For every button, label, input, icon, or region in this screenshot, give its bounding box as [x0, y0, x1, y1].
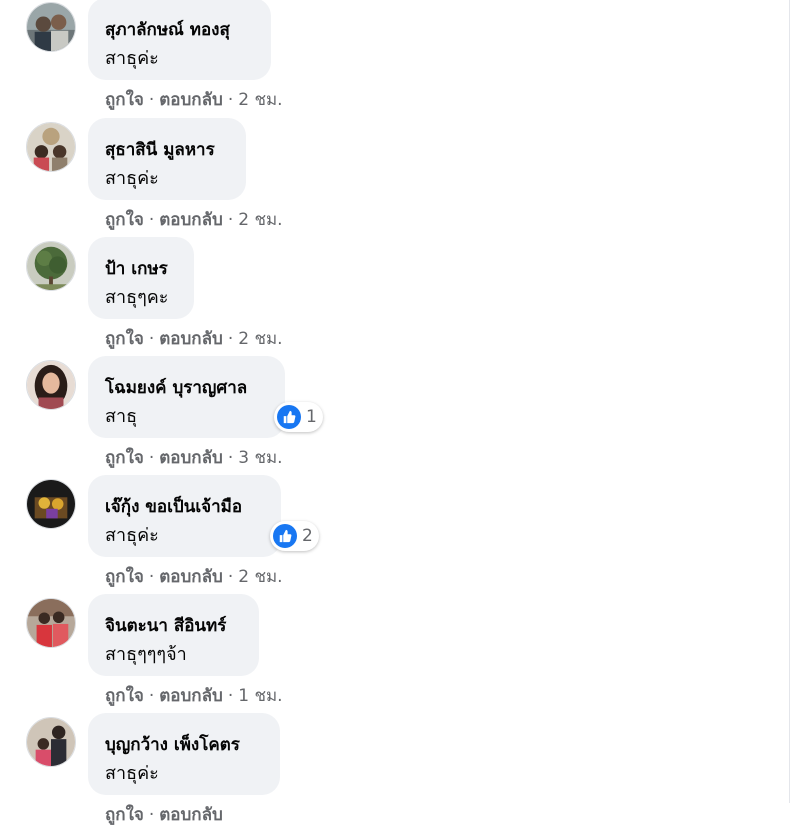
like-link[interactable]: ถูกใจ: [105, 805, 144, 825]
comment-actions: ถูกใจ · ตอบกลับ · 3 ชม.: [105, 444, 283, 471]
reply-link[interactable]: ตอบกลับ: [159, 805, 223, 825]
comment-text: สาธุๆๆๆจ้า: [105, 644, 187, 665]
comment-text: สาธุค่ะ: [105, 525, 159, 546]
like-icon: [273, 524, 297, 548]
like-link[interactable]: ถูกใจ: [105, 90, 144, 110]
separator: ·: [148, 448, 155, 468]
comment-author[interactable]: บุญกว้าง เพ็งโคตร: [105, 731, 240, 758]
comment-timestamp[interactable]: 2 ชม.: [238, 329, 282, 349]
comment-actions: ถูกใจ · ตอบกลับ: [105, 801, 223, 828]
like-icon: [277, 405, 301, 429]
comment-item: สุภาลักษณ์ ทองสุ สาธุค่ะ ถูกใจ · ตอบกลับ · 2…: [0, 0, 790, 117]
comment-actions: ถูกใจ · ตอบกลับ · 2 ชม.: [105, 206, 283, 233]
avatar[interactable]: [26, 122, 76, 172]
comment-item: บุญกว้าง เพ็งโคตร สาธุค่ะ ถูกใจ · ตอบกลับ: [0, 713, 790, 832]
comment-item: เจ๊กุ้ง ขอเป็นเจ้ามือ สาธุค่ะ 2 ถูกใจ · ตอ…: [0, 475, 790, 594]
separator: ·: [148, 686, 155, 706]
reaction-count: 2: [302, 526, 313, 546]
like-link[interactable]: ถูกใจ: [105, 567, 144, 587]
comment-text: สาธุค่ะ: [105, 48, 159, 69]
comment-text: สาธุค่ะ: [105, 168, 159, 189]
like-link[interactable]: ถูกใจ: [105, 210, 144, 230]
separator: ·: [148, 329, 155, 349]
comment-bubble: สุธาสินี มูลหาร สาธุค่ะ: [88, 118, 246, 200]
avatar[interactable]: [26, 2, 76, 52]
reply-link[interactable]: ตอบกลับ: [159, 329, 223, 349]
comment-item: จินตะนา สีอินทร์ สาธุๆๆๆจ้า ถูกใจ · ตอบกลั…: [0, 594, 790, 713]
comment-bubble: บุญกว้าง เพ็งโคตร สาธุค่ะ: [88, 713, 280, 795]
separator: ·: [148, 567, 155, 587]
comment-author[interactable]: เจ๊กุ้ง ขอเป็นเจ้ามือ: [105, 493, 242, 520]
like-link[interactable]: ถูกใจ: [105, 686, 144, 706]
reply-link[interactable]: ตอบกลับ: [159, 448, 223, 468]
comment-actions: ถูกใจ · ตอบกลับ · 1 ชม.: [105, 682, 283, 709]
separator: ·: [227, 329, 234, 349]
comment-item: ป้า เกษร สาธุๆคะ ถูกใจ · ตอบกลับ · 2 ชม.: [0, 237, 790, 356]
comment-timestamp[interactable]: 2 ชม.: [238, 90, 282, 110]
reaction-summary[interactable]: 2: [270, 521, 319, 551]
avatar[interactable]: [26, 717, 76, 767]
comment-bubble: ป้า เกษร สาธุๆคะ: [88, 237, 194, 319]
comment-text: สาธุค่ะ: [105, 763, 159, 784]
comment-timestamp[interactable]: 2 ชม.: [238, 210, 282, 230]
comment-item: โฉมยงค์ บุราญศาล สาธุ 1 ถูกใจ · ตอบกลับ · 3 …: [0, 356, 790, 475]
comment-bubble: จินตะนา สีอินทร์ สาธุๆๆๆจ้า: [88, 594, 259, 676]
separator: ·: [227, 686, 234, 706]
reply-link[interactable]: ตอบกลับ: [159, 210, 223, 230]
reaction-summary[interactable]: 1: [274, 402, 323, 432]
comment-text: สาธุๆคะ: [105, 287, 169, 308]
separator: ·: [148, 210, 155, 230]
comment-bubble: โฉมยงค์ บุราญศาล สาธุ: [88, 356, 285, 438]
avatar[interactable]: [26, 360, 76, 410]
comment-author[interactable]: ป้า เกษร: [105, 255, 168, 282]
comment-bubble: เจ๊กุ้ง ขอเป็นเจ้ามือ สาธุค่ะ: [88, 475, 281, 557]
like-link[interactable]: ถูกใจ: [105, 448, 144, 468]
avatar[interactable]: [26, 598, 76, 648]
comment-author[interactable]: สุธาสินี มูลหาร: [105, 136, 215, 163]
reply-link[interactable]: ตอบกลับ: [159, 686, 223, 706]
comment-author[interactable]: สุภาลักษณ์ ทองสุ: [105, 16, 230, 43]
comment-item: สุธาสินี มูลหาร สาธุค่ะ ถูกใจ · ตอบกลับ · 2 …: [0, 118, 790, 237]
reaction-count: 1: [306, 407, 317, 427]
comment-timestamp[interactable]: 2 ชม.: [238, 567, 282, 587]
separator: ·: [227, 448, 234, 468]
comment-actions: ถูกใจ · ตอบกลับ · 2 ชม.: [105, 563, 283, 590]
separator: ·: [227, 567, 234, 587]
reply-link[interactable]: ตอบกลับ: [159, 90, 223, 110]
separator: ·: [227, 90, 234, 110]
separator: ·: [148, 805, 155, 825]
separator: ·: [227, 210, 234, 230]
comment-actions: ถูกใจ · ตอบกลับ · 2 ชม.: [105, 325, 283, 352]
reply-link[interactable]: ตอบกลับ: [159, 567, 223, 587]
comment-author[interactable]: จินตะนา สีอินทร์: [105, 612, 226, 639]
comment-text: สาธุ: [105, 406, 138, 427]
avatar[interactable]: [26, 241, 76, 291]
like-link[interactable]: ถูกใจ: [105, 329, 144, 349]
scrollbar-track[interactable]: [789, 0, 800, 803]
comment-timestamp[interactable]: 3 ชม.: [238, 448, 282, 468]
avatar[interactable]: [26, 479, 76, 529]
comment-author[interactable]: โฉมยงค์ บุราญศาล: [105, 374, 247, 401]
separator: ·: [148, 90, 155, 110]
comment-timestamp[interactable]: 1 ชม.: [238, 686, 282, 706]
comment-bubble: สุภาลักษณ์ ทองสุ สาธุค่ะ: [88, 0, 271, 80]
comment-actions: ถูกใจ · ตอบกลับ · 2 ชม.: [105, 86, 283, 113]
